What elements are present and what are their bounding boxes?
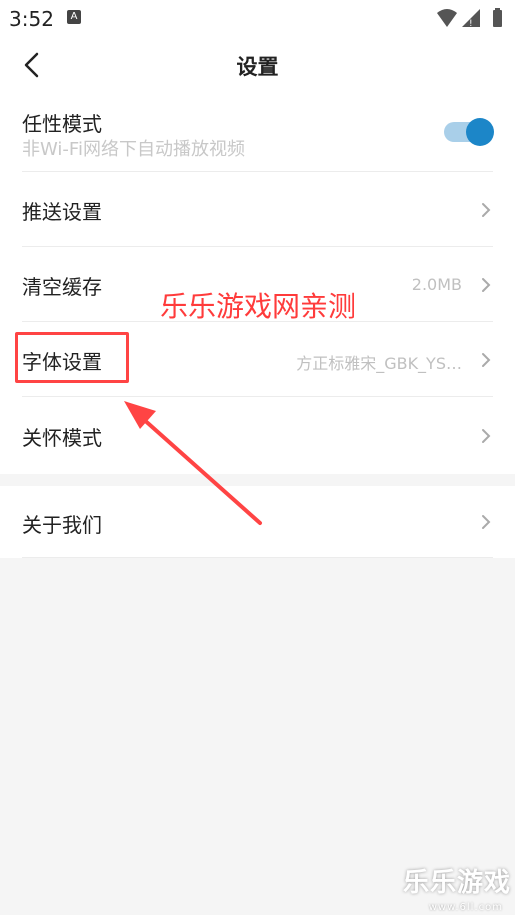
divider <box>22 557 493 558</box>
chevron-right-icon <box>482 515 491 529</box>
battery-icon <box>493 8 502 27</box>
row-label: 关怀模式 <box>22 426 102 450</box>
annotation-highlight-box <box>15 332 129 383</box>
annotation-arrow-icon <box>124 401 262 525</box>
signal-icon: ! <box>462 9 480 29</box>
status-bar: 3:52 A ! <box>0 0 515 36</box>
row-label: 推送设置 <box>22 200 102 224</box>
notification-icon: A <box>67 10 81 24</box>
row-willful-mode: 任性模式 非Wi-Fi网络下自动播放视频 <box>0 96 515 172</box>
svg-text:!: ! <box>469 19 473 29</box>
chevron-right-icon <box>482 429 491 443</box>
row-label: 清空缓存 <box>22 275 102 299</box>
corner-logo: 乐乐游戏 www.6ll.com <box>397 865 515 915</box>
cache-size-value: 2.0MB <box>411 275 462 294</box>
chevron-right-icon <box>482 353 491 367</box>
autoplay-toggle[interactable] <box>444 118 494 146</box>
status-time: 3:52 <box>9 7 54 31</box>
row-sublabel: 非Wi-Fi网络下自动播放视频 <box>22 139 245 160</box>
toggle-knob <box>466 118 494 146</box>
status-icons: ! <box>437 8 502 29</box>
watermark-text: 乐乐游戏网亲测 <box>160 290 357 323</box>
page-title: 设置 <box>236 55 279 79</box>
chevron-right-icon <box>482 203 491 217</box>
corner-logo-title: 乐乐游戏 <box>402 868 511 898</box>
wifi-icon <box>437 9 457 27</box>
corner-logo-url: www.6ll.com <box>428 902 503 913</box>
row-push-settings[interactable]: 推送设置 <box>0 172 515 247</box>
font-name-value: 方正标雅宋_GBK_YS… <box>296 354 462 373</box>
row-label: 任性模式 <box>22 112 102 136</box>
app-header: 设置 <box>0 36 515 96</box>
row-label: 关于我们 <box>22 513 102 537</box>
chevron-right-icon <box>482 278 491 292</box>
